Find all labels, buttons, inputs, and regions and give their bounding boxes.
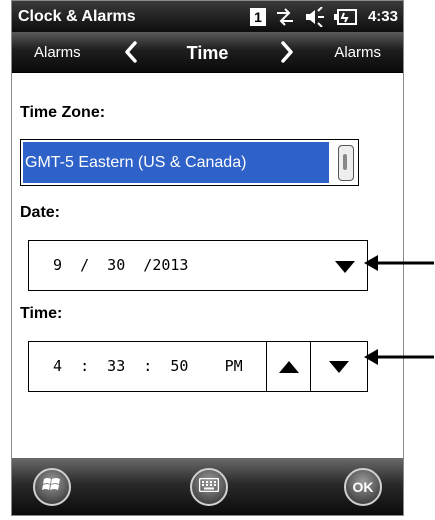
time-decrement-button[interactable] <box>310 342 367 391</box>
date-label: Date: <box>20 204 61 221</box>
speaker-icon[interactable] <box>304 6 326 27</box>
sync-icon[interactable] <box>274 7 296 27</box>
date-value[interactable]: 9 / 30 /2013 <box>53 256 188 274</box>
chevron-right-icon[interactable] <box>280 41 294 68</box>
time-zone-selected-value[interactable]: GMT-5 Eastern (US & Canada) <box>23 142 329 183</box>
time-value[interactable]: 4 : 33 : 50 PM <box>53 357 243 375</box>
dropdown-arrow-icon[interactable] <box>335 260 355 278</box>
date-picker[interactable]: 9 / 30 /2013 <box>28 240 368 291</box>
ok-button[interactable]: OK <box>344 468 382 506</box>
windows-start-button[interactable] <box>33 468 71 506</box>
status-clock[interactable]: 4:33 <box>368 8 398 25</box>
windows-start-icon <box>42 475 62 500</box>
menu-bar: OK <box>12 458 403 515</box>
scroll-thumb[interactable] <box>343 154 347 170</box>
time-label: Time: <box>20 305 63 322</box>
up-arrow-icon <box>278 360 299 373</box>
tab-next-alarms[interactable]: Alarms <box>334 44 381 61</box>
time-zone-scrollbar[interactable] <box>338 145 354 181</box>
status-icons: 1 4:33 <box>249 1 398 32</box>
sim-badge: 1 <box>249 7 266 26</box>
time-picker[interactable]: 4 : 33 : 50 PM <box>28 341 368 392</box>
battery-charging-icon[interactable] <box>333 7 358 27</box>
keyboard-icon <box>198 477 220 497</box>
status-bar: Clock & Alarms 1 4:33 <box>12 1 403 32</box>
callout-arrow-icon <box>364 255 434 271</box>
app-title: Clock & Alarms <box>18 7 136 25</box>
tab-bar: Alarms Time Alarms <box>12 32 403 73</box>
time-zone-select[interactable]: GMT-5 Eastern (US & Canada) <box>20 139 359 186</box>
time-increment-button[interactable] <box>266 342 310 391</box>
callout-arrow-icon <box>364 349 434 365</box>
keyboard-button[interactable] <box>190 468 228 506</box>
down-arrow-icon <box>329 360 349 373</box>
device-screen: Clock & Alarms 1 4:33 Alarms Time Alarms… <box>11 0 404 516</box>
time-zone-label: Time Zone: <box>20 104 106 121</box>
